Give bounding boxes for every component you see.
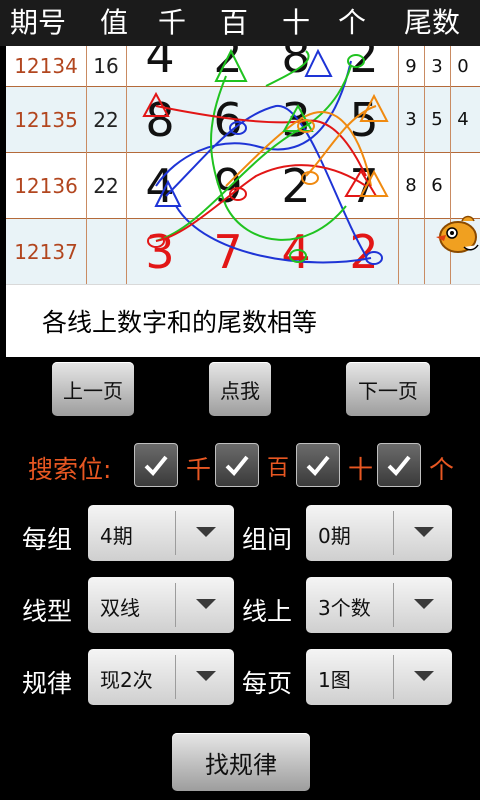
rule-note: 各线上数字和的尾数相等 bbox=[42, 308, 318, 337]
pattern-overlay bbox=[142, 48, 389, 265]
dropdown-arrow-icon bbox=[414, 527, 434, 537]
between-label: 组间 bbox=[242, 525, 293, 554]
search-position-label: 搜索位: bbox=[28, 455, 112, 484]
header-thousand: 千 bbox=[158, 6, 187, 39]
header-ten: 十 bbox=[282, 6, 311, 39]
per-page-value: 1图 bbox=[318, 668, 351, 692]
line-type-label: 线型 bbox=[22, 597, 73, 626]
rule-value: 现2次 bbox=[100, 668, 153, 692]
note-band: 各线上数字和的尾数相等 bbox=[6, 284, 480, 357]
rule-label: 规律 bbox=[22, 669, 73, 698]
prev-page-button[interactable]: 上一页 bbox=[52, 362, 134, 416]
between-select[interactable]: 0期 bbox=[306, 505, 452, 561]
per-group-value: 4期 bbox=[100, 524, 133, 548]
position-label-thousand: 千 bbox=[186, 455, 212, 484]
header-unit: 个 bbox=[338, 6, 367, 39]
dropdown-arrow-icon bbox=[414, 671, 434, 681]
position-label-unit: 个 bbox=[429, 455, 455, 484]
header-hundred: 百 bbox=[220, 6, 249, 39]
find-pattern-button[interactable]: 找规律 bbox=[172, 733, 310, 791]
check-icon bbox=[387, 455, 411, 476]
between-value: 0期 bbox=[318, 524, 351, 548]
bird-mascot-icon bbox=[436, 215, 479, 253]
click-me-button[interactable]: 点我 bbox=[209, 362, 271, 416]
dropdown-arrow-icon bbox=[414, 599, 434, 609]
checkbox-ten[interactable] bbox=[296, 443, 340, 487]
checkbox-thousand[interactable] bbox=[134, 443, 178, 487]
lottery-grid: 12134 16 4 2 8 2 9 3 0 12135 22 8 6 3 5 … bbox=[6, 46, 480, 284]
position-label-ten: 十 bbox=[348, 455, 374, 484]
dropdown-arrow-icon bbox=[196, 671, 216, 681]
check-icon bbox=[144, 455, 168, 476]
checkbox-hundred[interactable] bbox=[215, 443, 259, 487]
check-icon bbox=[306, 455, 330, 476]
on-line-value: 3个数 bbox=[318, 596, 371, 620]
line-type-value: 双线 bbox=[100, 596, 140, 620]
per-group-label: 每组 bbox=[22, 525, 73, 554]
header-tail: 尾数 bbox=[404, 6, 461, 39]
position-label-hundred: 百 bbox=[267, 456, 290, 481]
dropdown-arrow-icon bbox=[196, 527, 216, 537]
header-value: 值 bbox=[100, 6, 129, 39]
on-line-select[interactable]: 3个数 bbox=[306, 577, 452, 633]
checkbox-unit[interactable] bbox=[377, 443, 421, 487]
per-page-label: 每页 bbox=[242, 669, 293, 698]
per-page-select[interactable]: 1图 bbox=[306, 649, 452, 705]
header-issue: 期号 bbox=[10, 6, 67, 39]
per-group-select[interactable]: 4期 bbox=[88, 505, 234, 561]
rule-select[interactable]: 现2次 bbox=[88, 649, 234, 705]
line-type-select[interactable]: 双线 bbox=[88, 577, 234, 633]
on-line-label: 线上 bbox=[242, 597, 293, 626]
check-icon bbox=[225, 455, 249, 476]
dropdown-arrow-icon bbox=[196, 599, 216, 609]
table-header: 期号 值 千 百 十 个 尾数 bbox=[0, 0, 480, 46]
next-page-button[interactable]: 下一页 bbox=[346, 362, 430, 416]
